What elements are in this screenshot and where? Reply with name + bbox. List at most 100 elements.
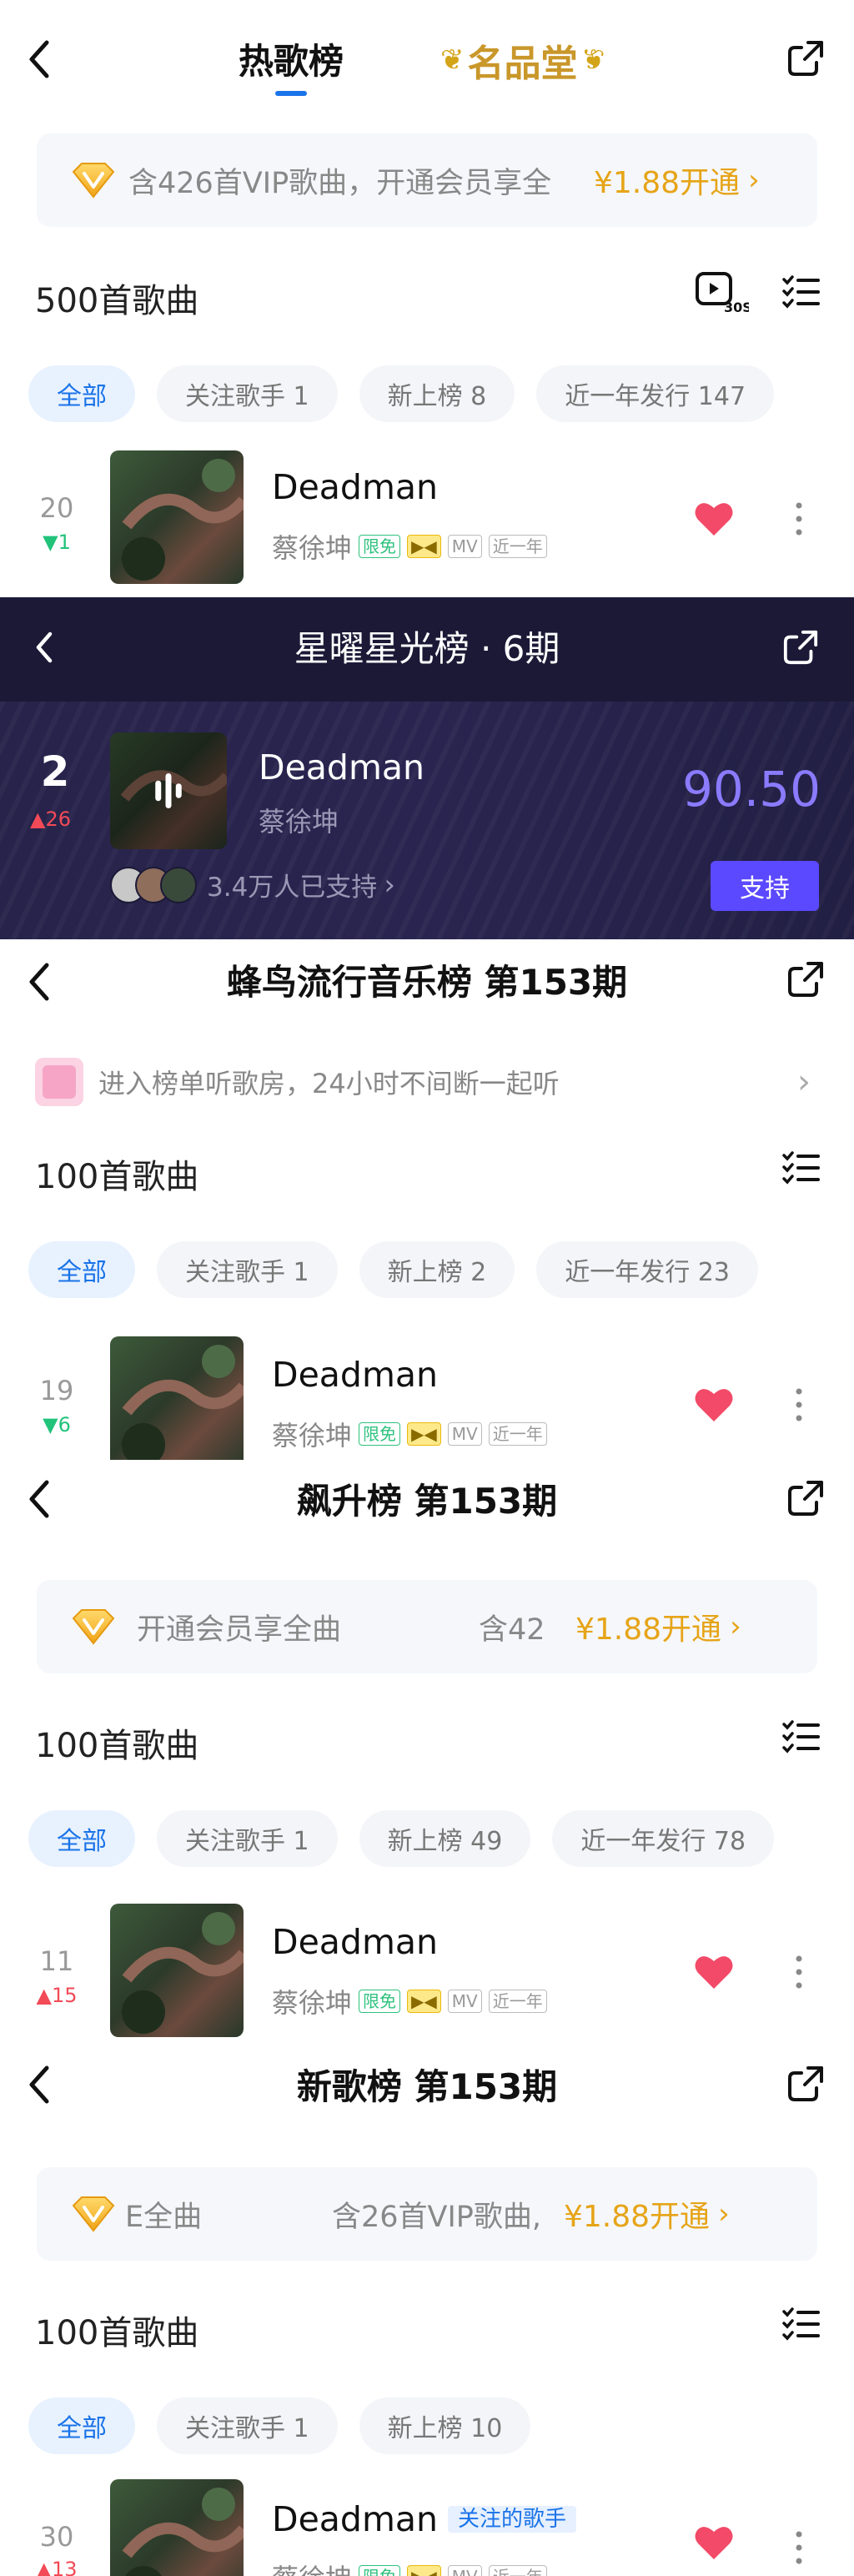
song-meta: 蔡徐坤 限免 ▶◀ MV 近一年 — [272, 1982, 547, 2020]
album-cover[interactable] — [110, 1904, 244, 2037]
up-triangle-icon: ▲ — [30, 808, 46, 831]
chevron-right-icon: › — [384, 868, 395, 902]
artist-name[interactable]: 蔡徐坤 — [272, 1982, 352, 2020]
tab-hall-label: 名品堂 — [467, 43, 578, 85]
vip-song-count: 含42 — [479, 1613, 545, 1647]
chip-all[interactable]: 全部 — [28, 365, 135, 422]
chevron-right-icon: › — [718, 2197, 730, 2231]
support-button[interactable]: 支持 — [711, 861, 819, 911]
tag-mv[interactable]: MV — [447, 2565, 482, 2576]
song-row[interactable]: 11 ▲ 15 Deadman 蔡徐坤 限免 ▶◀ MV 近一年 — [0, 1904, 854, 2037]
tag-mv[interactable]: MV — [447, 1422, 482, 1446]
rank-number: 11 — [39, 1945, 74, 1977]
vip-price[interactable]: ¥1.88开通 — [575, 1605, 721, 1648]
heart-icon[interactable] — [692, 1383, 736, 1426]
filter-chips: 全部 关注歌手 1 新上榜 49 近一年发行 78 — [28, 1810, 775, 1867]
vip-banner[interactable]: 开通会员享全曲 含42 ¥1.88开通 › — [37, 1580, 817, 1673]
tag-mv[interactable]: MV — [447, 1990, 482, 2013]
list-manage-icon[interactable] — [779, 270, 822, 314]
heart-icon[interactable] — [692, 1950, 736, 1994]
share-icon[interactable] — [779, 626, 822, 669]
chip-new-entries[interactable]: 新上榜 10 — [359, 2397, 531, 2454]
tab-active-indicator — [275, 91, 307, 96]
chip-all[interactable]: 全部 — [28, 1241, 135, 1298]
artist-name[interactable]: 蔡徐坤 — [272, 2558, 352, 2576]
tab-hall-of-fame[interactable]: ❦ 名品堂 ❦ — [440, 33, 605, 87]
vip-banner[interactable]: E全曲 含26首VIP歌曲, ¥1.88开通 › — [37, 2167, 817, 2261]
rising-header: 飙升榜 第153期 — [0, 1460, 854, 1543]
back-arrow-icon[interactable] — [18, 32, 58, 87]
artist-name[interactable]: 蔡徐坤 — [272, 1415, 352, 1453]
hot-header: 热歌榜 ❦ 名品堂 ❦ — [0, 0, 854, 117]
chip-all[interactable]: 全部 — [28, 2397, 135, 2454]
vip-promo-text-scrolled: E全曲 — [125, 2200, 203, 2234]
laurel-right-icon: ❦ — [580, 43, 605, 77]
chip-new-entries[interactable]: 新上榜 8 — [359, 365, 515, 422]
star-chart-title: 星曜星光榜 · 6期 — [294, 628, 560, 669]
vip-banner[interactable]: 含426首VIP歌曲，开通会员享全 ¥1.88开通 › — [37, 133, 817, 227]
preview-30s-icon[interactable]: 30S — [692, 267, 751, 317]
vip-diamond-icon — [70, 1607, 117, 1647]
tab-hot-label: 热歌榜 — [239, 41, 344, 82]
album-cover[interactable] — [110, 450, 244, 584]
chip-all[interactable]: 全部 — [28, 1810, 135, 1867]
song-title-row: Deadman 关注的歌手 — [272, 2499, 577, 2539]
share-icon[interactable] — [784, 2062, 827, 2106]
chip-followed-artists[interactable]: 关注歌手 1 — [157, 365, 338, 422]
rank-number: 20 — [39, 492, 74, 524]
artist-name[interactable]: 蔡徐坤 — [272, 527, 352, 566]
list-manage-icon[interactable] — [779, 1146, 822, 1190]
filter-chips: 全部 关注歌手 1 新上榜 8 近一年发行 147 — [28, 365, 775, 422]
page-title: 蜂鸟流行音乐榜 第153期 — [226, 962, 628, 1003]
room-text: 进入榜单听歌房，24小时不间断一起听 — [98, 1068, 560, 1099]
tag-mv[interactable]: MV — [447, 535, 482, 558]
chip-recent-year[interactable]: 近一年发行 147 — [536, 365, 775, 422]
album-cover[interactable] — [110, 2479, 244, 2576]
listening-room-banner[interactable]: 进入榜单听歌房，24小时不间断一起听 › — [35, 1053, 819, 1111]
tag-free: 限免 — [359, 2565, 401, 2576]
supporters-row[interactable]: 3.4万人已支持 › — [110, 866, 395, 903]
song-count: 100首歌曲 — [35, 2314, 199, 2352]
list-manage-icon[interactable] — [779, 1715, 822, 1758]
song-title: Deadman — [272, 1355, 438, 1395]
share-icon[interactable] — [784, 37, 827, 80]
more-options-icon[interactable] — [784, 497, 814, 541]
song-row[interactable]: 20 ▼ 1 Deadman 蔡徐坤 限免 ▶◀ MV 近一年 — [0, 450, 854, 592]
chip-new-entries[interactable]: 新上榜 49 — [359, 1810, 531, 1867]
list-manage-icon[interactable] — [779, 2302, 822, 2346]
chip-followed-artists[interactable]: 关注歌手 1 — [157, 1810, 338, 1867]
album-cover-playing[interactable] — [110, 732, 227, 849]
rank-number: 19 — [39, 1375, 74, 1406]
song-meta: 蔡徐坤 限免 ▶◀ MV 近一年 — [272, 1415, 547, 1453]
chip-followed-artists[interactable]: 关注歌手 1 — [157, 1241, 338, 1298]
room-logo-icon — [35, 1058, 83, 1106]
vip-price[interactable]: ¥1.88开通 — [594, 158, 740, 202]
tag-recent: 近一年 — [488, 1990, 547, 2013]
chip-followed-artists[interactable]: 关注歌手 1 — [157, 2397, 338, 2454]
chip-recent-year[interactable]: 近一年发行 78 — [552, 1810, 775, 1867]
chip-recent-year[interactable]: 近一年发行 23 — [536, 1241, 758, 1298]
artist-name[interactable]: 蔡徐坤 — [259, 801, 339, 839]
heart-icon[interactable] — [692, 2521, 736, 2564]
chip-new-entries[interactable]: 新上榜 2 — [359, 1241, 515, 1298]
rank-change-down: ▼ 6 — [43, 1413, 71, 1436]
star-chart-panel: 星曜星光榜 · 6期 2 ▲ 26 Deadman 蔡徐坤 90.50 3.4万人… — [0, 597, 854, 939]
rank-change-down: ▼ 1 — [43, 531, 71, 554]
tab-hot-songs[interactable]: 热歌榜 — [239, 33, 344, 96]
album-cover[interactable] — [110, 1336, 244, 1460]
song-meta: 蔡徐坤 限免 ▶◀ MV 近一年 — [272, 527, 547, 566]
more-options-icon[interactable] — [784, 2526, 814, 2569]
vip-price[interactable]: ¥1.88开通 — [564, 2192, 710, 2236]
more-options-icon[interactable] — [784, 1950, 814, 1994]
share-icon[interactable] — [784, 1477, 827, 1520]
song-row[interactable]: 30 ▲13 Deadman 关注的歌手 蔡徐坤 限免 ▶◀ MV 近一年 — [0, 2479, 854, 2576]
page-title: 飙升榜 第153期 — [296, 1481, 558, 1522]
song-row[interactable]: 19 ▼ 6 Deadman 蔡徐坤 限免 ▶◀ MV 近一年 — [0, 1336, 854, 1460]
tag-recent: 近一年 — [488, 1422, 547, 1446]
vip-promo-text: 开通会员享全曲 — [137, 1613, 342, 1647]
vip-diamond-icon — [70, 160, 117, 200]
more-options-icon[interactable] — [784, 1383, 814, 1426]
share-icon[interactable] — [784, 958, 827, 1001]
laurel-left-icon: ❦ — [440, 43, 465, 77]
heart-icon[interactable] — [692, 497, 736, 541]
